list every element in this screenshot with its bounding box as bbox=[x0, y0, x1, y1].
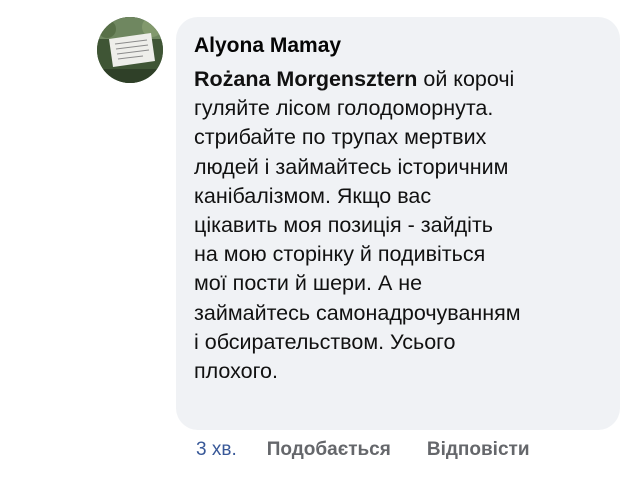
avatar-photo bbox=[97, 17, 163, 83]
comment-line: стрибайте по трупах мертвих bbox=[194, 125, 487, 150]
comment-line: на мою сторінку й подивіться bbox=[194, 242, 486, 267]
comment-line: канібалізмом. Якщо вас bbox=[194, 183, 432, 208]
comment-text: Rożana Morgensztern ой корочі гуляйте лі… bbox=[194, 65, 620, 386]
comment-line: гуляйте лісом голодоморнута. bbox=[194, 96, 494, 121]
mention-link[interactable]: Rożana Morgensztern bbox=[194, 67, 417, 91]
comment-actions: 3 хв. Подобається Відповісти bbox=[196, 436, 530, 464]
like-button[interactable]: Подобається bbox=[267, 439, 391, 461]
comment-line: і обсирательством. Усього bbox=[194, 329, 456, 354]
comment-line: займайтесь самонадрочуванням bbox=[194, 300, 521, 325]
comment-line: Rożana Morgensztern ой корочі bbox=[194, 65, 620, 94]
avatar[interactable] bbox=[97, 17, 163, 83]
comment-line: людей і займайтесь історичним bbox=[194, 154, 509, 179]
reply-button[interactable]: Відповісти bbox=[427, 439, 530, 461]
comment-line: мої пости й шери. А не bbox=[194, 271, 423, 296]
comment-author[interactable]: Alyona Mamay bbox=[194, 33, 620, 59]
comment-line: плохого. bbox=[194, 359, 278, 384]
comment: Alyona Mamay Rożana Morgensztern ой коро… bbox=[0, 0, 640, 485]
comment-line: цікавить моя позиція - зайдіть bbox=[194, 213, 493, 238]
comment-bubble: Alyona Mamay Rożana Morgensztern ой коро… bbox=[176, 17, 620, 430]
comment-line-text: ой корочі bbox=[417, 67, 515, 91]
comment-timestamp[interactable]: 3 хв. bbox=[196, 439, 237, 461]
